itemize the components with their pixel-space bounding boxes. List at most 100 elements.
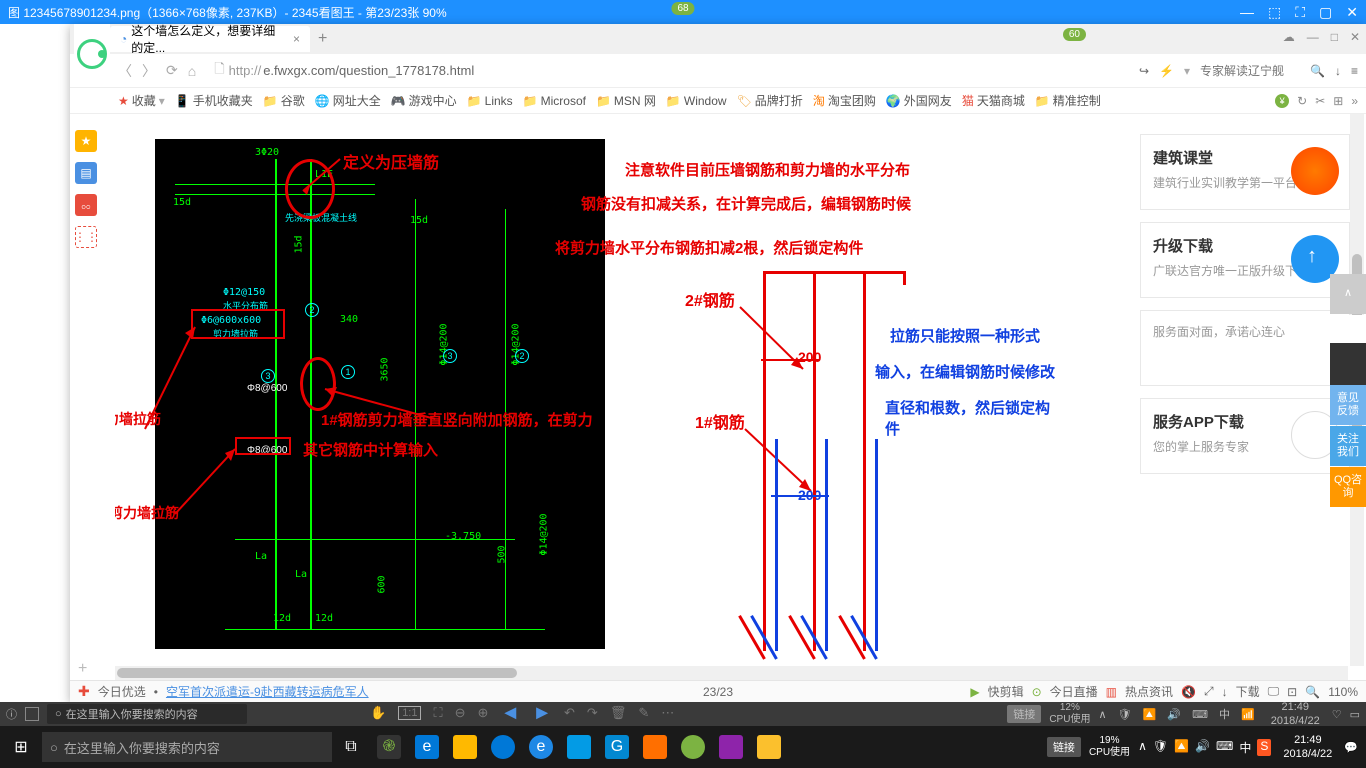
status-news-link[interactable]: 空军首次派遣运-9赴西藏转运病危军人 xyxy=(166,683,369,700)
horizontal-scrollbar[interactable] xyxy=(115,666,1348,680)
search-icon[interactable]: 🔍 xyxy=(1310,64,1325,78)
share-icon[interactable]: ↪ xyxy=(1139,64,1149,78)
bookmark-item[interactable]: 📁Links xyxy=(467,94,513,108)
win-alt-icon[interactable] xyxy=(25,707,39,721)
card-service[interactable]: 服务面对面，承诺心连心 xyxy=(1140,310,1350,386)
bookmark-favorites[interactable]: ★收藏▾ xyxy=(118,92,165,109)
hot-icon[interactable]: ▥ xyxy=(1106,685,1117,699)
ext-icon[interactable]: ↓ xyxy=(1335,64,1341,78)
tool-edit-icon[interactable]: ✎ xyxy=(638,705,649,721)
tray-alt-clock[interactable]: 21:49 2018/4/22 xyxy=(1267,700,1324,729)
scrollbar-thumb[interactable] xyxy=(117,668,517,678)
app-icon[interactable] xyxy=(674,726,712,768)
viewer-restore-icon[interactable]: ⬚ xyxy=(1268,4,1281,21)
live-icon[interactable]: ⊙ xyxy=(1032,685,1042,699)
tray-kb-icon[interactable]: ⌨ xyxy=(1216,739,1233,756)
rail-favorites-button[interactable]: ★ xyxy=(75,130,97,152)
card-course[interactable]: 建筑课堂 建筑行业实训教学第一平台 xyxy=(1140,134,1350,210)
bookmark-item[interactable]: 🌍外国网友 xyxy=(886,92,952,109)
app-icon[interactable] xyxy=(636,726,674,768)
nav-back-button[interactable]: 〈 xyxy=(118,61,132,81)
nav-reload-button[interactable]: ⟳ xyxy=(166,62,178,79)
tray-alt-notif-icon[interactable]: ▭ xyxy=(1350,708,1360,721)
tray-up-icon[interactable]: ∧ xyxy=(1138,739,1147,756)
bm-badge-icon[interactable]: ¥ xyxy=(1275,94,1289,108)
browser-min-icon[interactable]: — xyxy=(1307,30,1319,44)
browser-max-icon[interactable]: □ xyxy=(1331,30,1338,44)
bookmark-item[interactable]: 🎮游戏中心 xyxy=(391,92,457,109)
clip-icon[interactable]: ▶ xyxy=(970,685,979,699)
bookmark-item[interactable]: 猫天猫商城 xyxy=(962,92,1025,109)
nav-home-button[interactable]: ⌂ xyxy=(188,63,196,79)
tool-next-icon[interactable]: ► xyxy=(532,702,552,725)
bm-icon[interactable]: ✂ xyxy=(1315,94,1325,108)
browser-logo[interactable] xyxy=(74,24,110,84)
card-upgrade[interactable]: 升级下载 广联达官方唯一正版升级下载 xyxy=(1140,222,1350,298)
rail-weibo-button[interactable]: ೲ xyxy=(75,194,97,216)
tray-alt-icons[interactable]: ∧ 🛡 🔼 🔊 ⌨ 中 📶 xyxy=(1098,706,1258,722)
rail-docs-button[interactable]: ▤ xyxy=(75,162,97,184)
zoom-icon[interactable]: 🔍 xyxy=(1305,685,1320,699)
bookmark-item[interactable]: 📱手机收藏夹 xyxy=(175,92,253,109)
expand-icon[interactable]: ⤢ xyxy=(1204,684,1214,699)
bookmark-item[interactable]: 📁谷歌 xyxy=(263,92,305,109)
tool-zoomin-icon[interactable]: ⊕ xyxy=(478,705,489,721)
bookmark-item[interactable]: 🏷品牌打折 xyxy=(737,92,803,109)
search-alt-box[interactable]: ○ 在这里输入你要搜索的内容 xyxy=(47,704,247,724)
app-icon[interactable] xyxy=(560,726,598,768)
feedback-button[interactable]: 意见反馈 xyxy=(1330,385,1366,425)
app-icon[interactable] xyxy=(712,726,750,768)
dropdown-icon[interactable]: ▾ xyxy=(1184,64,1190,78)
tool-prev-icon[interactable]: ◄ xyxy=(500,702,520,725)
tool-rotl-icon[interactable]: ↶ xyxy=(564,705,575,721)
bookmark-item[interactable]: 📁MSN 网 xyxy=(596,92,656,109)
cpu-meter[interactable]: 19% CPU使用 xyxy=(1089,735,1130,759)
qq-button[interactable]: QQ咨询 xyxy=(1330,467,1366,507)
tool-delete-icon[interactable]: 🗑 xyxy=(610,705,627,721)
bookmark-item[interactable]: 📁精准控制 xyxy=(1035,92,1101,109)
tool-icon[interactable]: ⊡ xyxy=(1287,685,1297,699)
bookmark-item[interactable]: 📁Microsof xyxy=(523,94,586,108)
app-icon[interactable] xyxy=(484,726,522,768)
bookmark-item[interactable]: 🌐网址大全 xyxy=(315,92,381,109)
status-today[interactable]: 今日优选 xyxy=(98,683,146,700)
scroll-top-button[interactable]: ∧ xyxy=(1330,274,1366,314)
bookmark-item[interactable]: 📁Window xyxy=(666,94,727,108)
bm-expand-icon[interactable]: » xyxy=(1351,94,1358,108)
rail-more-button[interactable]: ⋮⋮ xyxy=(75,226,97,248)
nav-forward-button[interactable]: 〉 xyxy=(142,61,156,81)
tray-shield-icon[interactable]: 🛡 xyxy=(1153,739,1168,756)
rail-add-button[interactable]: + xyxy=(78,660,96,678)
app-icon[interactable]: e xyxy=(522,726,560,768)
url-input[interactable]: 🗋 http:// e.fwxgx.com/question_1778178.h… xyxy=(206,56,1129,86)
menu-icon[interactable]: ≡ xyxy=(1351,64,1358,78)
tool-zoomout-icon[interactable]: ⊖ xyxy=(455,705,466,721)
tray-net-icon[interactable]: 🔼 xyxy=(1174,739,1189,756)
info-icon[interactable]: ⓘ xyxy=(6,706,17,722)
app-icon[interactable]: e xyxy=(408,726,446,768)
pip-icon[interactable]: 🖵 xyxy=(1268,684,1280,699)
tool-11-icon[interactable]: 1:1 xyxy=(398,706,421,720)
follow-button[interactable]: 关注我们 xyxy=(1330,426,1366,466)
cpu-meter-alt[interactable]: 12% CPU使用 xyxy=(1049,702,1090,726)
status-add-button[interactable]: ✚ xyxy=(78,683,90,700)
tray-sogou-icon[interactable]: S xyxy=(1257,739,1271,756)
tray-ime[interactable]: 中 xyxy=(1239,739,1251,756)
tab-add-button[interactable]: + xyxy=(318,30,327,48)
app-icon[interactable] xyxy=(446,726,484,768)
app-icon[interactable] xyxy=(750,726,788,768)
taskview-button[interactable]: ⧉ xyxy=(332,726,370,768)
tray-clock[interactable]: 21:49 2018/4/22 xyxy=(1279,733,1336,762)
viewer-square-icon[interactable]: ▢ xyxy=(1319,4,1332,21)
speed-icon[interactable]: ⚡ xyxy=(1159,64,1174,78)
tray-notif-icon[interactable]: 💬 xyxy=(1344,741,1358,754)
tray-alt-heart-icon[interactable]: ♡ xyxy=(1332,708,1342,721)
browser-cloud-icon[interactable]: ☁ xyxy=(1283,30,1295,44)
browser-tab-active[interactable]: ◔ 这个墙怎么定义，想要详细的定... × xyxy=(110,26,310,52)
viewer-max-icon[interactable]: ⛶ xyxy=(1295,4,1305,21)
search-input[interactable] xyxy=(1200,64,1300,78)
bm-icon[interactable]: ↻ xyxy=(1297,94,1307,108)
tool-more-icon[interactable]: ⋯ xyxy=(661,705,674,721)
card-app[interactable]: 服务APP下载 您的掌上服务专家 xyxy=(1140,398,1350,474)
app-icon[interactable]: ֎ xyxy=(370,726,408,768)
